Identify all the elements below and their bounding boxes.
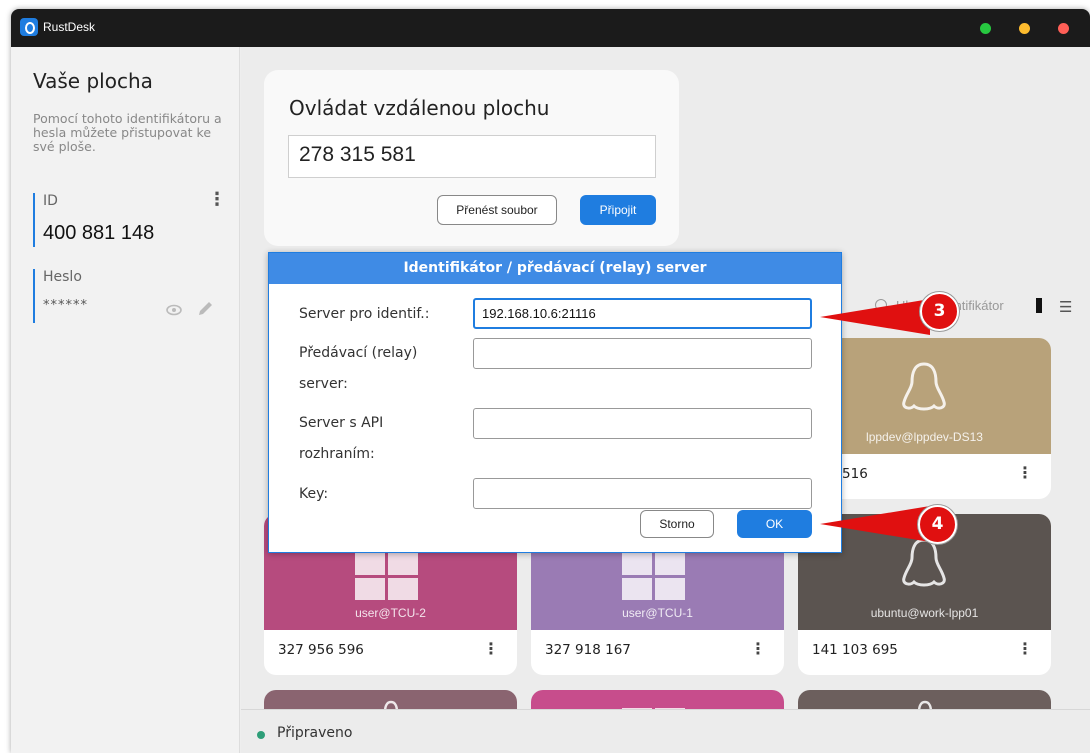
windows-logo-icon [355, 553, 419, 600]
close-button[interactable] [1058, 23, 1069, 34]
peer-id: 327 918 167 [545, 642, 631, 658]
title-bar[interactable]: RustDesk [11, 9, 1090, 47]
peer-id: 141 103 695 [812, 642, 898, 658]
id-menu-icon[interactable]: ⋮ [208, 189, 226, 210]
peer-id: 327 956 596 [278, 642, 364, 658]
api-server-label-line1: Server s API [299, 415, 384, 431]
sidebar-description: Pomocí tohoto identifikátoru a hesla můž… [33, 111, 222, 154]
peer-menu-icon[interactable]: ⋮ [483, 639, 499, 658]
remote-id-input[interactable]: 278 315 581 [288, 135, 656, 178]
callout-badge: 4 [918, 505, 957, 544]
id-box: ID ⋮ 400 881 148 [33, 189, 226, 247]
peer-username: ubuntu@work-lpp01 [870, 606, 979, 620]
peer-username: user@TCU-2 [355, 606, 426, 620]
password-value: ****** [43, 298, 88, 313]
api-server-input[interactable] [473, 408, 812, 439]
api-server-label-line2: rozhraním: [299, 446, 375, 462]
id-label: ID [43, 193, 58, 209]
callout-arrow-icon [820, 299, 930, 335]
password-box: Heslo ****** [33, 269, 223, 323]
key-label: Key: [299, 486, 329, 502]
rustdesk-logo-icon [20, 18, 38, 36]
connect-title: Ovládat vzdálenou plochu [289, 96, 550, 120]
sidebar-title: Vaše plocha [33, 69, 153, 93]
edit-pencil-icon[interactable] [196, 300, 214, 318]
maximize-button[interactable] [980, 23, 991, 34]
app-title: RustDesk [43, 20, 96, 34]
key-input[interactable] [473, 478, 812, 509]
password-label: Heslo [43, 269, 82, 285]
id-relay-server-dialog: Identifikátor / předávací (relay) server… [268, 252, 842, 553]
text-cursor [1036, 298, 1042, 313]
sidebar: Vaše plocha Pomocí tohoto identifikátoru… [11, 47, 240, 753]
my-id-value: 400 881 148 [43, 222, 155, 244]
relay-server-label-line1: Předávací (relay) [299, 345, 418, 361]
callout-arrow-icon [820, 506, 930, 542]
minimize-button[interactable] [1019, 23, 1030, 34]
peer-menu-icon[interactable]: ⋮ [1017, 463, 1033, 482]
connect-button[interactable]: Připojit [580, 195, 656, 225]
ok-button[interactable]: OK [737, 510, 812, 538]
callout-badge: 3 [920, 292, 959, 331]
id-server-input[interactable]: 192.168.10.6:21116 [473, 298, 812, 329]
peer-menu-icon[interactable]: ⋮ [750, 639, 766, 658]
peer-username: user@TCU-1 [622, 606, 693, 620]
linux-tux-icon [902, 362, 946, 411]
peer-menu-icon[interactable]: ⋮ [1017, 639, 1033, 658]
windows-logo-icon [622, 553, 686, 600]
id-server-label: Server pro identif.: [299, 306, 430, 322]
status-bar: Připraveno [241, 709, 1090, 753]
eye-icon[interactable] [166, 304, 182, 316]
relay-server-label-line2: server: [299, 376, 348, 392]
status-online-icon [257, 731, 265, 739]
dialog-title: Identifikátor / předávací (relay) server [269, 253, 841, 284]
transfer-file-button[interactable]: Přenést soubor [437, 195, 557, 225]
status-text: Připraveno [277, 725, 353, 741]
relay-server-input[interactable] [473, 338, 812, 369]
cancel-button[interactable]: Storno [640, 510, 714, 538]
connect-card: Ovládat vzdálenou plochu 278 315 581 Pře… [264, 70, 679, 246]
list-view-icon[interactable]: ☰ [1059, 298, 1072, 316]
